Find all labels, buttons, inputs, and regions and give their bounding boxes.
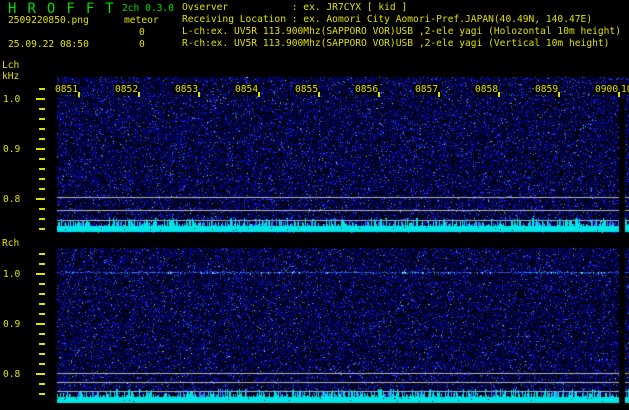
minute-tick: [498, 92, 500, 97]
lch-freq-tick-label: 1.0: [3, 94, 21, 105]
lch-freq-minor-tick: [39, 188, 45, 190]
lch-freq-tick-label: 0.9: [3, 144, 21, 155]
minute-tick: [438, 92, 440, 97]
lch-freq-minor-tick: [39, 88, 45, 90]
lch-freq-minor-tick: [39, 118, 45, 120]
rch-freq-major-tick: [36, 273, 45, 275]
lch-freq-tick-label: 0.8: [3, 194, 21, 205]
minute-tick: [138, 92, 140, 97]
minute-tick: [258, 92, 260, 97]
minute-tick: [378, 92, 380, 97]
lch-freq-minor-tick: [39, 178, 45, 180]
rch-freq-major-tick: [36, 323, 45, 325]
rch-freq-minor-tick: [39, 303, 45, 305]
time-label: 0856: [354, 84, 379, 95]
time-label: 0858: [474, 84, 499, 95]
time-label: 0852: [114, 84, 139, 95]
rch-freq-minor-tick: [39, 293, 45, 295]
rch-freq-minor-tick: [39, 263, 45, 265]
minute-tick: [558, 92, 560, 97]
rch-freq-minor-tick: [39, 353, 45, 355]
time-label: 0853: [174, 84, 199, 95]
time-label: 0854: [234, 84, 259, 95]
time-label: 0859: [534, 84, 559, 95]
rch-freq-minor-tick: [39, 333, 45, 335]
rch-freq-minor-tick: [39, 253, 45, 255]
lch-freq-minor-tick: [39, 128, 45, 130]
lch-freq-major-tick: [36, 198, 45, 200]
lch-freq-minor-tick: [39, 108, 45, 110]
time-label: 0855: [294, 84, 319, 95]
rch-freq-minor-tick: [39, 283, 45, 285]
minute-tick: [318, 92, 320, 97]
labels-layer: 0851 0852 0853 0854 0855 0856 0857 0858 0859 0900…: [0, 0, 629, 410]
rch-freq-tick-label: 0.9: [3, 319, 21, 330]
lch-freq-minor-tick: [39, 218, 45, 220]
lch-freq-minor-tick: [39, 228, 45, 230]
lch-freq-major-tick: [36, 148, 45, 150]
rch-freq-minor-tick: [39, 363, 45, 365]
time-label-partial: 10: [620, 84, 629, 95]
rch-freq-minor-tick: [39, 383, 45, 385]
time-label: 0900: [594, 84, 619, 95]
lch-freq-major-tick: [36, 98, 45, 100]
time-label: 0851: [54, 84, 79, 95]
lch-freq-minor-tick: [39, 168, 45, 170]
lch-freq-minor-tick: [39, 208, 45, 210]
lch-freq-minor-tick: [39, 158, 45, 160]
rch-freq-minor-tick: [39, 343, 45, 345]
minute-tick: [78, 92, 80, 97]
rch-freq-major-tick: [36, 373, 45, 375]
rch-freq-tick-label: 1.0: [3, 269, 21, 280]
lch-freq-minor-tick: [39, 138, 45, 140]
hrofft-screen: H R O F F T 2ch 0.3.0 2509220850.png met…: [0, 0, 629, 410]
rch-freq-minor-tick: [39, 393, 45, 395]
time-label: 0857: [414, 84, 439, 95]
rch-freq-minor-tick: [39, 313, 45, 315]
rch-freq-tick-label: 0.8: [3, 369, 21, 380]
minute-tick: [198, 92, 200, 97]
